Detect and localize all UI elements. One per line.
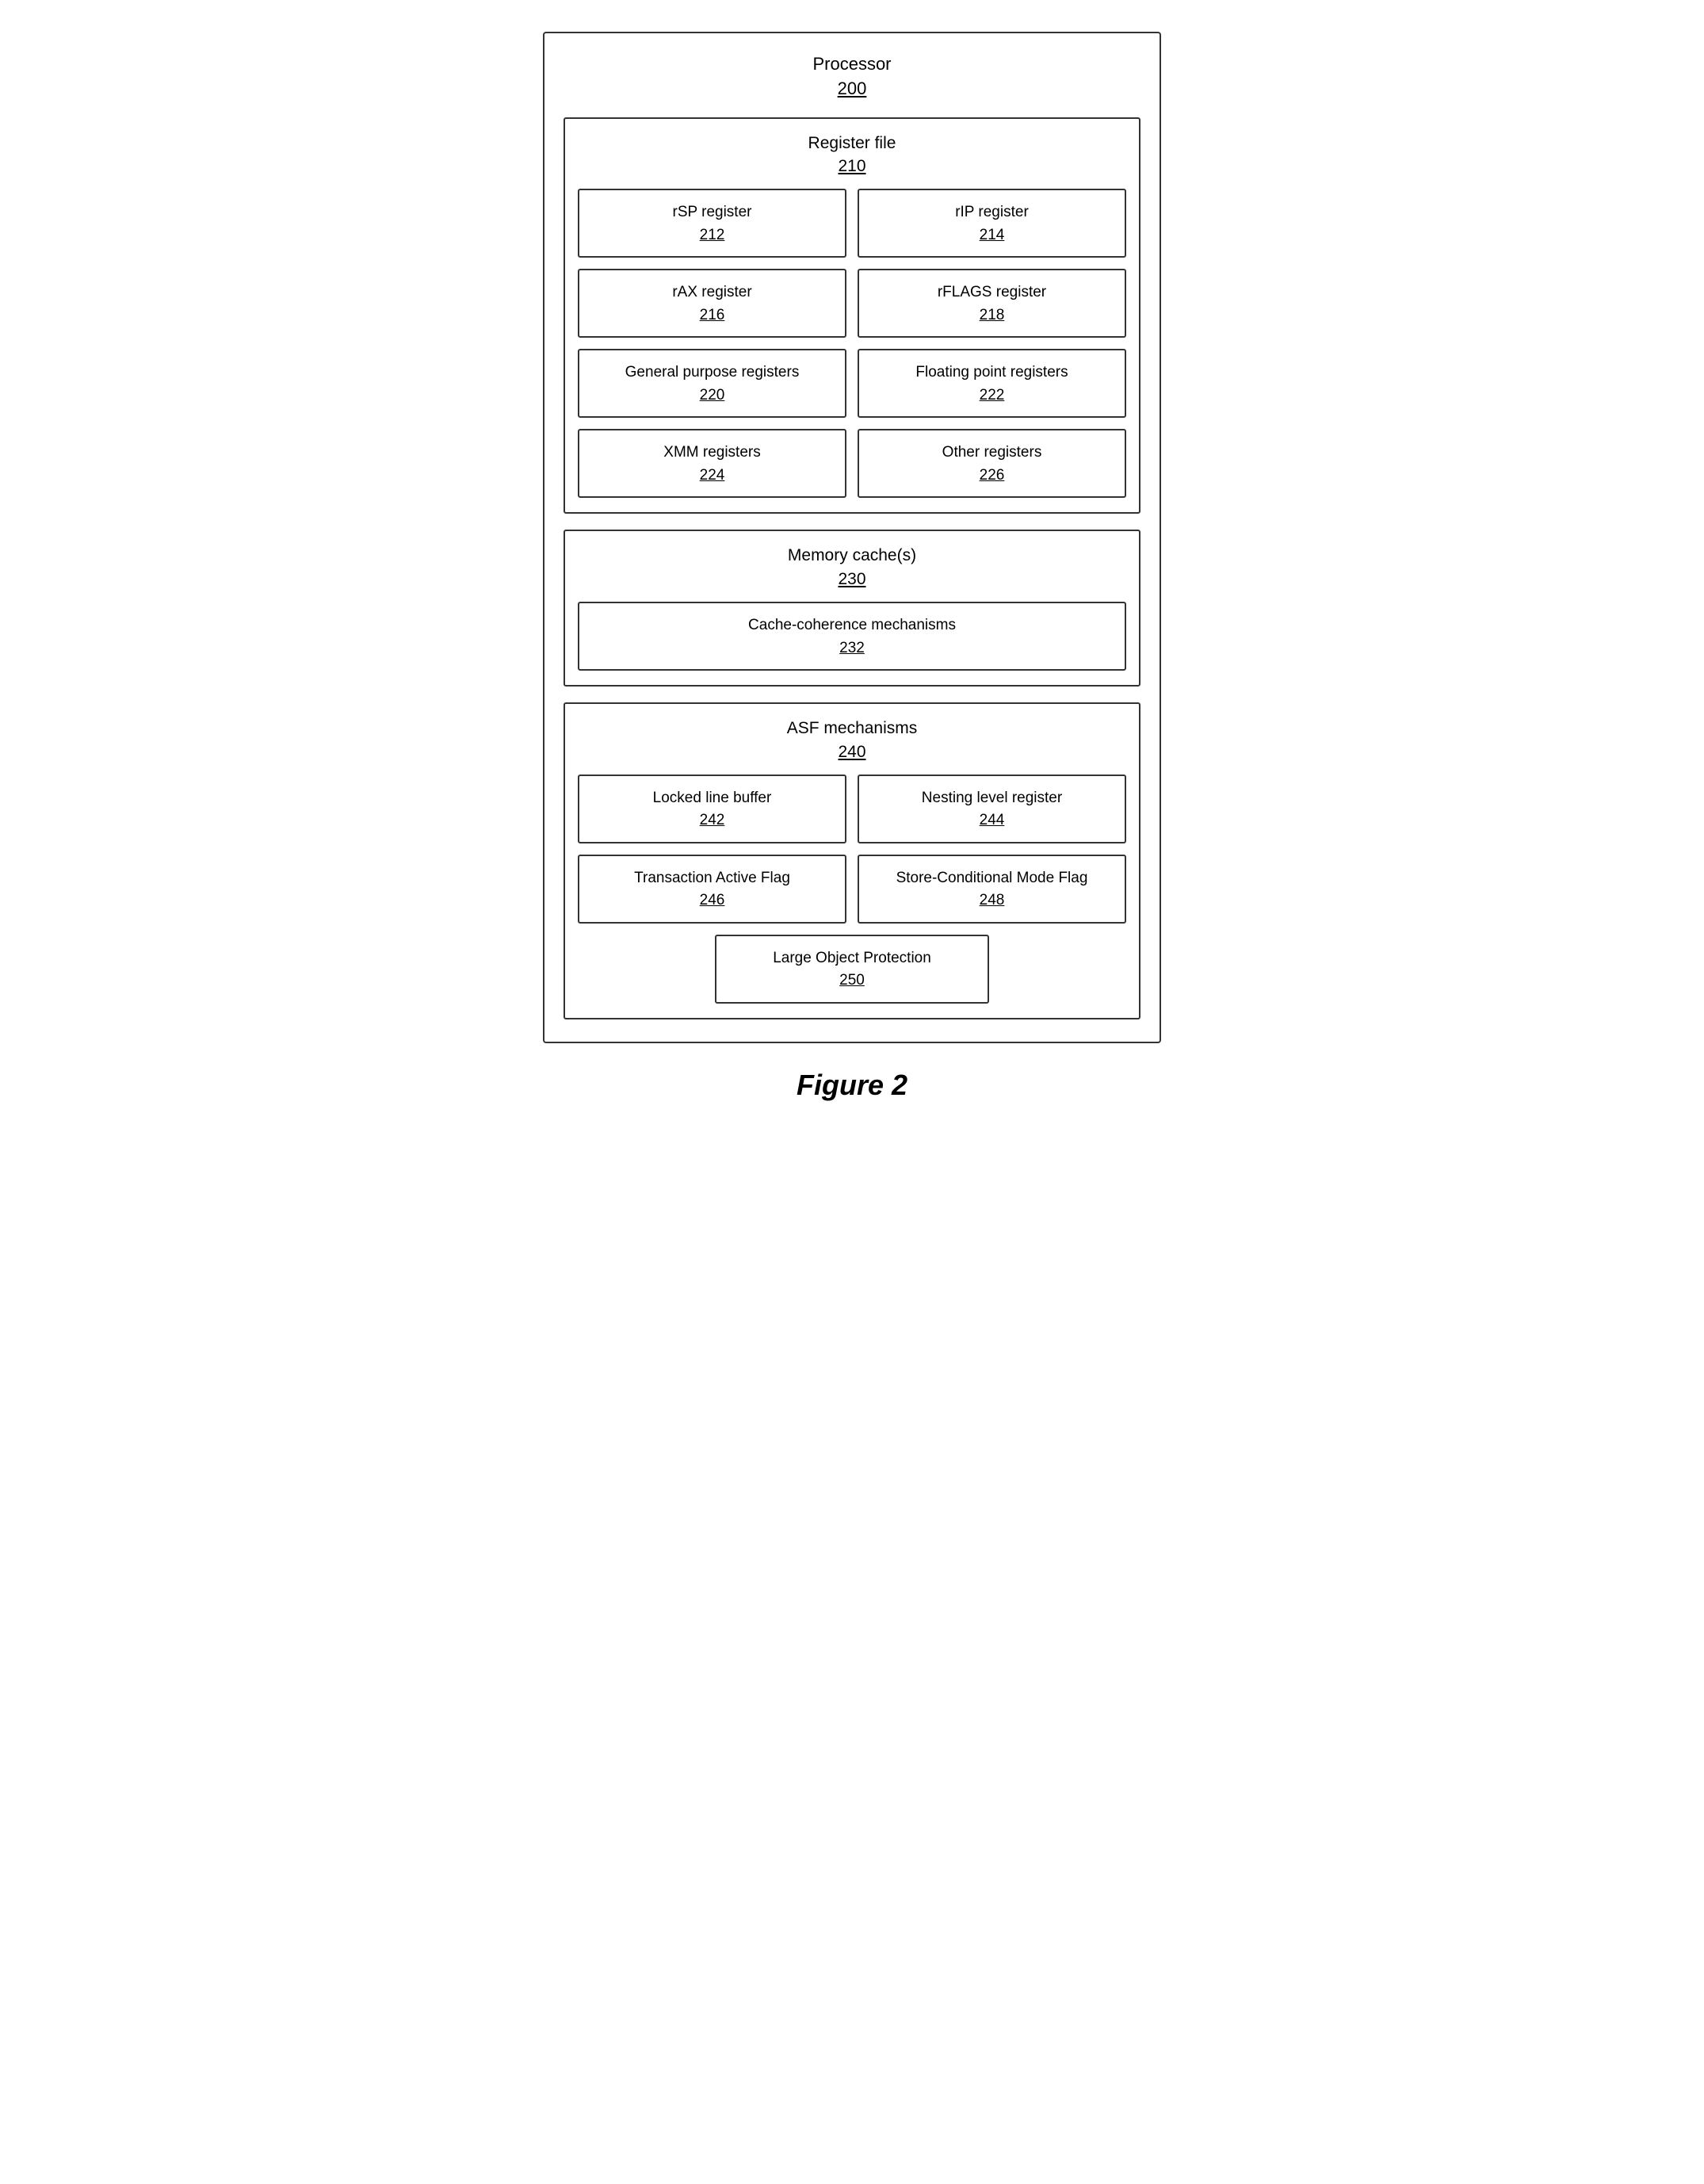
store-conditional-mode-flag-cell: Store-Conditional Mode Flag 248 [858,855,1126,924]
floating-point-registers-cell: Floating point registers 222 [858,349,1126,418]
large-object-protection-wrapper: Large Object Protection 250 [578,935,1126,1004]
register-file-title: Register file 210 [578,132,1126,178]
register-file-grid: rSP register 212 rIP register 214 rAX re… [578,189,1126,498]
rip-register-cell: rIP register 214 [858,189,1126,258]
rflags-register-cell: rFLAGS register 218 [858,269,1126,338]
transaction-active-flag-cell: Transaction Active Flag 246 [578,855,846,924]
rax-register-cell: rAX register 216 [578,269,846,338]
locked-line-buffer-cell: Locked line buffer 242 [578,775,846,843]
processor-title: Processor [812,54,891,74]
asf-mechanisms-section: ASF mechanisms 240 Locked line buffer 24… [564,702,1140,1019]
page-wrapper: Processor 200 Register file 210 rSP regi… [543,32,1161,1102]
memory-cache-title: Memory cache(s) 230 [578,544,1126,591]
large-object-protection-cell: Large Object Protection 250 [715,935,989,1004]
rsp-register-cell: rSP register 212 [578,189,846,258]
processor-label: Processor 200 [564,52,1140,101]
figure-label: Figure 2 [797,1069,907,1102]
memory-cache-section: Memory cache(s) 230 Cache-coherence mech… [564,530,1140,687]
nesting-level-register-cell: Nesting level register 244 [858,775,1126,843]
general-purpose-registers-cell: General purpose registers 220 [578,349,846,418]
xmm-registers-cell: XMM registers 224 [578,429,846,498]
other-registers-cell: Other registers 226 [858,429,1126,498]
register-file-section: Register file 210 rSP register 212 rIP r… [564,117,1140,514]
processor-number: 200 [838,78,867,98]
asf-grid: Locked line buffer 242 Nesting level reg… [578,775,1126,924]
asf-mechanisms-title: ASF mechanisms 240 [578,717,1126,763]
outer-processor-box: Processor 200 Register file 210 rSP regi… [543,32,1161,1043]
cache-coherence-cell: Cache-coherence mechanisms 232 [578,602,1126,671]
